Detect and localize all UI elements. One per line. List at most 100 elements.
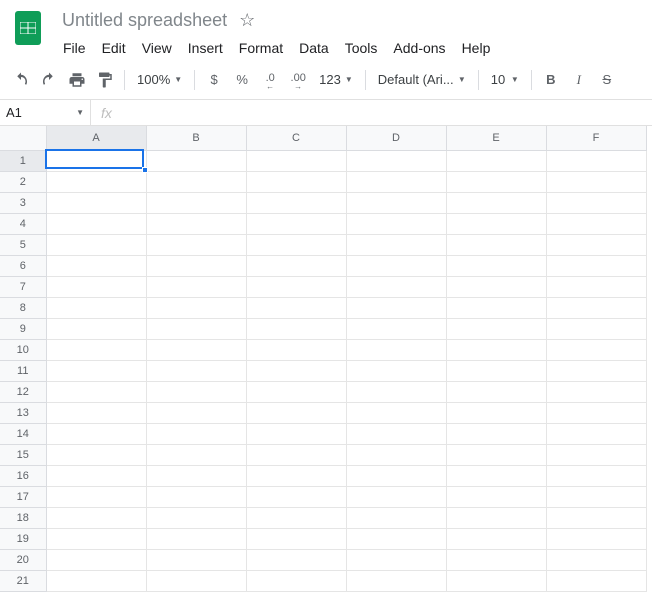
cell[interactable]	[346, 171, 446, 192]
cell[interactable]	[146, 255, 246, 276]
cell[interactable]	[546, 297, 646, 318]
row-header[interactable]: 6	[0, 255, 46, 276]
cell[interactable]	[146, 486, 246, 507]
cell[interactable]	[146, 402, 246, 423]
menu-addons[interactable]: Add-ons	[386, 36, 452, 60]
cell[interactable]	[546, 171, 646, 192]
cell[interactable]	[46, 465, 146, 486]
cell[interactable]	[546, 549, 646, 570]
cell[interactable]	[446, 213, 546, 234]
cell[interactable]	[446, 444, 546, 465]
cell[interactable]	[146, 276, 246, 297]
cell[interactable]	[446, 381, 546, 402]
cell[interactable]	[246, 276, 346, 297]
redo-button[interactable]	[36, 67, 62, 93]
cell[interactable]	[46, 402, 146, 423]
cell[interactable]	[546, 486, 646, 507]
row-header[interactable]: 9	[0, 318, 46, 339]
cell[interactable]	[146, 444, 246, 465]
bold-button[interactable]: B	[538, 67, 564, 93]
strikethrough-button[interactable]: S	[594, 67, 620, 93]
sheets-logo[interactable]	[8, 8, 48, 48]
italic-button[interactable]: I	[566, 67, 592, 93]
cell[interactable]	[346, 423, 446, 444]
cell[interactable]	[146, 318, 246, 339]
row-header[interactable]: 10	[0, 339, 46, 360]
cell[interactable]	[46, 423, 146, 444]
column-header[interactable]: B	[146, 126, 246, 150]
cell[interactable]	[146, 171, 246, 192]
cell[interactable]	[146, 297, 246, 318]
cell[interactable]	[46, 339, 146, 360]
cell[interactable]	[346, 234, 446, 255]
menu-view[interactable]: View	[135, 36, 179, 60]
cell[interactable]	[246, 465, 346, 486]
cell[interactable]	[146, 423, 246, 444]
row-header[interactable]: 19	[0, 528, 46, 549]
format-percent-button[interactable]: %	[229, 67, 255, 93]
column-header[interactable]: C	[246, 126, 346, 150]
menu-file[interactable]: File	[56, 36, 93, 60]
cell[interactable]	[346, 465, 446, 486]
cell[interactable]	[346, 360, 446, 381]
cell[interactable]	[246, 423, 346, 444]
row-header[interactable]: 17	[0, 486, 46, 507]
paint-format-button[interactable]	[92, 67, 118, 93]
cell[interactable]	[546, 192, 646, 213]
cell[interactable]	[46, 528, 146, 549]
column-header[interactable]: A	[46, 126, 146, 150]
cell[interactable]	[46, 318, 146, 339]
row-header[interactable]: 2	[0, 171, 46, 192]
cell[interactable]	[446, 318, 546, 339]
undo-button[interactable]	[8, 67, 34, 93]
cell[interactable]	[46, 486, 146, 507]
cell[interactable]	[546, 570, 646, 591]
cell[interactable]	[446, 276, 546, 297]
cell[interactable]	[346, 213, 446, 234]
menu-insert[interactable]: Insert	[181, 36, 230, 60]
column-header[interactable]: F	[546, 126, 646, 150]
cell[interactable]	[346, 297, 446, 318]
column-header[interactable]: D	[346, 126, 446, 150]
cell[interactable]	[446, 528, 546, 549]
cell[interactable]	[46, 570, 146, 591]
cell[interactable]	[546, 402, 646, 423]
cell[interactable]	[246, 192, 346, 213]
cell[interactable]	[546, 255, 646, 276]
cell[interactable]	[246, 360, 346, 381]
cell[interactable]	[446, 192, 546, 213]
select-all-corner[interactable]	[0, 126, 46, 150]
cell[interactable]	[546, 339, 646, 360]
row-header[interactable]: 18	[0, 507, 46, 528]
cell[interactable]	[446, 486, 546, 507]
cell[interactable]	[446, 507, 546, 528]
cell[interactable]	[246, 234, 346, 255]
print-button[interactable]	[64, 67, 90, 93]
cell[interactable]	[546, 528, 646, 549]
cell[interactable]	[146, 381, 246, 402]
cell[interactable]	[46, 213, 146, 234]
cell[interactable]	[146, 465, 246, 486]
zoom-dropdown[interactable]: 100%▼	[131, 67, 188, 93]
cell[interactable]	[446, 234, 546, 255]
document-title[interactable]: Untitled spreadsheet	[56, 8, 233, 33]
row-header[interactable]: 14	[0, 423, 46, 444]
cell[interactable]	[246, 297, 346, 318]
row-header[interactable]: 3	[0, 192, 46, 213]
decrease-decimal-button[interactable]: .0←	[257, 67, 283, 93]
format-currency-button[interactable]: $	[201, 67, 227, 93]
cell[interactable]	[546, 234, 646, 255]
cell[interactable]	[546, 507, 646, 528]
row-header[interactable]: 1	[0, 150, 46, 171]
cell[interactable]	[146, 192, 246, 213]
cell[interactable]	[46, 255, 146, 276]
cell[interactable]	[146, 360, 246, 381]
cell[interactable]	[446, 549, 546, 570]
cell[interactable]	[546, 213, 646, 234]
menu-edit[interactable]: Edit	[95, 36, 133, 60]
cell[interactable]	[446, 150, 546, 171]
cell[interactable]	[246, 507, 346, 528]
cell[interactable]	[346, 381, 446, 402]
cell[interactable]	[546, 150, 646, 171]
cell[interactable]	[546, 465, 646, 486]
